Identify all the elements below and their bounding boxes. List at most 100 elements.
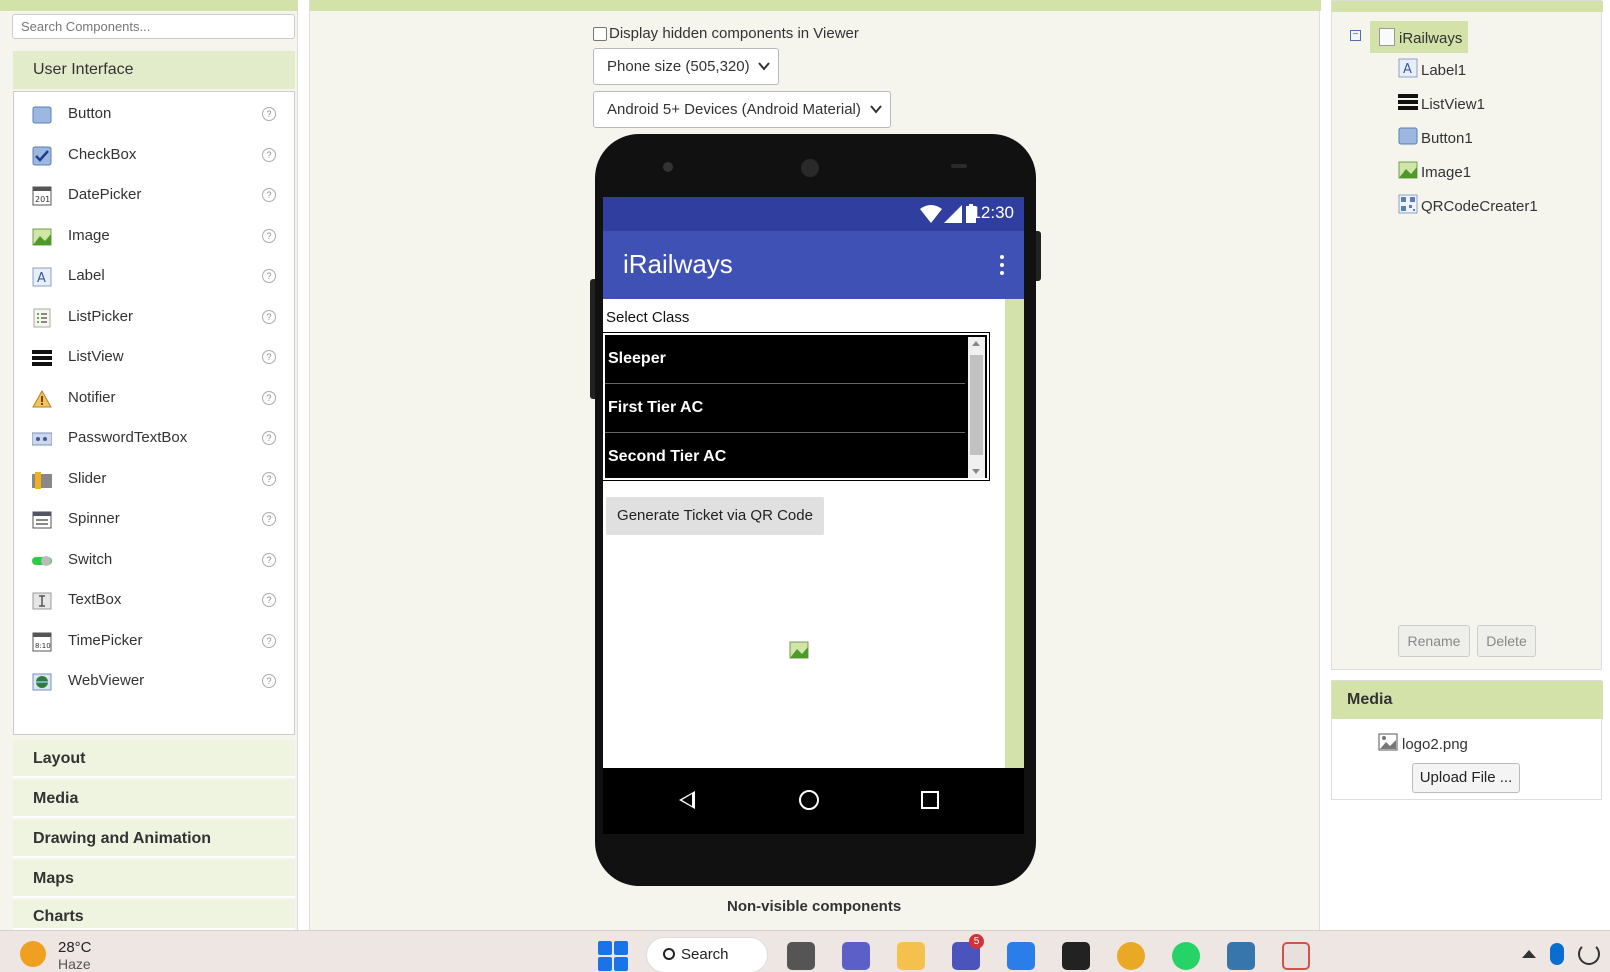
theme-select[interactable]: Android 5+ Devices (Android Material) [593,91,891,128]
palette-item-datepicker[interactable]: 201 DatePicker ? [14,175,294,215]
delete-button[interactable]: Delete [1477,625,1536,657]
file-explorer-icon[interactable] [897,942,925,970]
palette-item-label: WebViewer [68,672,145,689]
taskbar-search[interactable]: Search [646,937,768,972]
snipping-tool-icon[interactable] [1282,942,1310,970]
list-item[interactable]: Second Tier AC [605,433,965,482]
palette-item-label: CheckBox [68,146,137,163]
teams-badge: 5 [969,934,984,949]
list-item[interactable]: Sleeper [605,335,965,384]
sync-icon[interactable] [1578,943,1600,965]
palette-item-checkbox[interactable]: CheckBox ? [14,135,294,175]
button-icon [1398,126,1418,146]
list-item-label: First Tier AC [608,399,704,416]
media-file-item[interactable]: logo2.png [1378,733,1468,755]
palette-item-switch[interactable]: Switch ? [14,540,294,580]
palette-item-timepicker[interactable]: 8:10 TimePicker ? [14,621,294,661]
tray-expand-icon[interactable] [1522,950,1536,958]
collapse-icon[interactable]: − [1350,30,1361,41]
palette-item-label: Spinner [68,510,120,527]
help-icon[interactable]: ? [262,310,276,324]
tree-root-screen[interactable]: iRailways [1370,21,1468,53]
teams-chat-icon[interactable] [842,942,870,970]
generate-ticket-button[interactable]: Generate Ticket via QR Code [606,497,824,535]
timepicker-icon: 8:10 [32,632,52,652]
category-charts[interactable]: Charts [13,900,295,930]
help-icon[interactable]: ? [262,634,276,648]
palette-item-label: Button [68,105,112,122]
palette-item-listview[interactable]: ListView ? [14,337,294,377]
palette-item-button[interactable]: Button ? [14,94,294,134]
help-icon[interactable]: ? [262,188,276,202]
palette-item-textbox[interactable]: TextBox ? [14,580,294,620]
bluetooth-icon[interactable] [1550,943,1564,965]
palette-item-webviewer[interactable]: WebViewer ? [14,661,294,701]
palette-item-image[interactable]: Image ? [14,216,294,256]
chevron-down-icon [870,92,882,140]
tree-item-label: ListView1 [1421,96,1485,113]
category-media[interactable]: Media [13,780,295,818]
teams-icon[interactable]: 5 [952,934,984,970]
category-maps[interactable]: Maps [13,860,295,898]
python-icon[interactable] [1227,942,1255,970]
palette-item-notifier[interactable]: Notifier ? [14,378,294,418]
listpicker-icon [32,308,52,328]
palette-item-passwordtextbox[interactable]: PasswordTextBox ? [14,418,294,458]
help-icon[interactable]: ? [262,148,276,162]
help-icon[interactable]: ? [262,391,276,405]
component-search-input[interactable]: Search Components... [12,14,295,39]
palette-item-label[interactable]: A Label ? [14,256,294,296]
help-icon[interactable]: ? [262,229,276,243]
chrome-icon[interactable] [1117,942,1145,970]
help-icon[interactable]: ? [262,674,276,688]
list-item[interactable]: First Tier AC [605,384,965,433]
store-icon[interactable] [1007,942,1035,970]
help-icon[interactable]: ? [262,553,276,567]
notifier-icon [32,389,52,409]
tree-root-label: iRailways [1399,30,1463,47]
phone-side-button [590,279,595,399]
windows-start-icon[interactable] [598,941,628,971]
scroll-down-icon[interactable] [972,469,980,474]
class-listview[interactable]: Sleeper First Tier AC Second Tier AC [603,332,990,482]
upload-file-button[interactable]: Upload File ... [1412,763,1520,793]
category-user-interface[interactable]: User Interface [13,51,295,89]
palette-item-label: DatePicker [68,186,142,203]
status-bar: 12:30 [603,197,1024,231]
help-icon[interactable]: ? [262,512,276,526]
help-icon[interactable]: ? [262,431,276,445]
scrollbar-thumb[interactable] [970,355,983,455]
weather-widget[interactable]: 28°C Haze [20,939,92,972]
category-drawing-animation[interactable]: Drawing and Animation [13,820,295,858]
overflow-menu-icon[interactable] [1000,255,1004,275]
scroll-up-icon[interactable] [972,341,980,346]
sticky-app-icon[interactable] [1062,942,1090,970]
help-icon[interactable]: ? [262,593,276,607]
palette-item-listpicker[interactable]: ListPicker ? [14,297,294,337]
listview-scrollbar[interactable] [968,337,985,478]
recents-icon[interactable] [921,791,939,809]
help-icon[interactable]: ? [262,269,276,283]
home-icon[interactable] [799,790,819,810]
phone-size-value: Phone size (505,320) [607,58,750,75]
image-icon [32,227,52,247]
help-icon[interactable]: ? [262,107,276,121]
display-hidden-checkbox[interactable] [593,26,607,41]
palette-item-slider[interactable]: Slider ? [14,459,294,499]
task-view-icon[interactable] [787,942,815,970]
help-icon[interactable]: ? [262,350,276,364]
palette-item-label: TextBox [68,591,122,608]
help-icon[interactable]: ? [262,472,276,486]
palette-item-label: Slider [68,470,107,487]
phone-size-select[interactable]: Phone size (505,320) [593,48,779,85]
category-layout[interactable]: Layout [13,740,295,778]
status-time: 12:30 [971,203,1014,222]
rename-button[interactable]: Rename [1398,625,1470,657]
whatsapp-icon[interactable] [1172,942,1200,970]
sensor-icon [951,164,967,168]
viewer-panel: Display hidden components in Viewer Phon… [309,0,1321,930]
display-hidden-toggle[interactable]: Display hidden components in Viewer [593,25,859,42]
palette-item-spinner[interactable]: Spinner ? [14,499,294,539]
back-icon[interactable] [679,791,695,809]
image-placeholder-icon[interactable] [789,641,809,659]
